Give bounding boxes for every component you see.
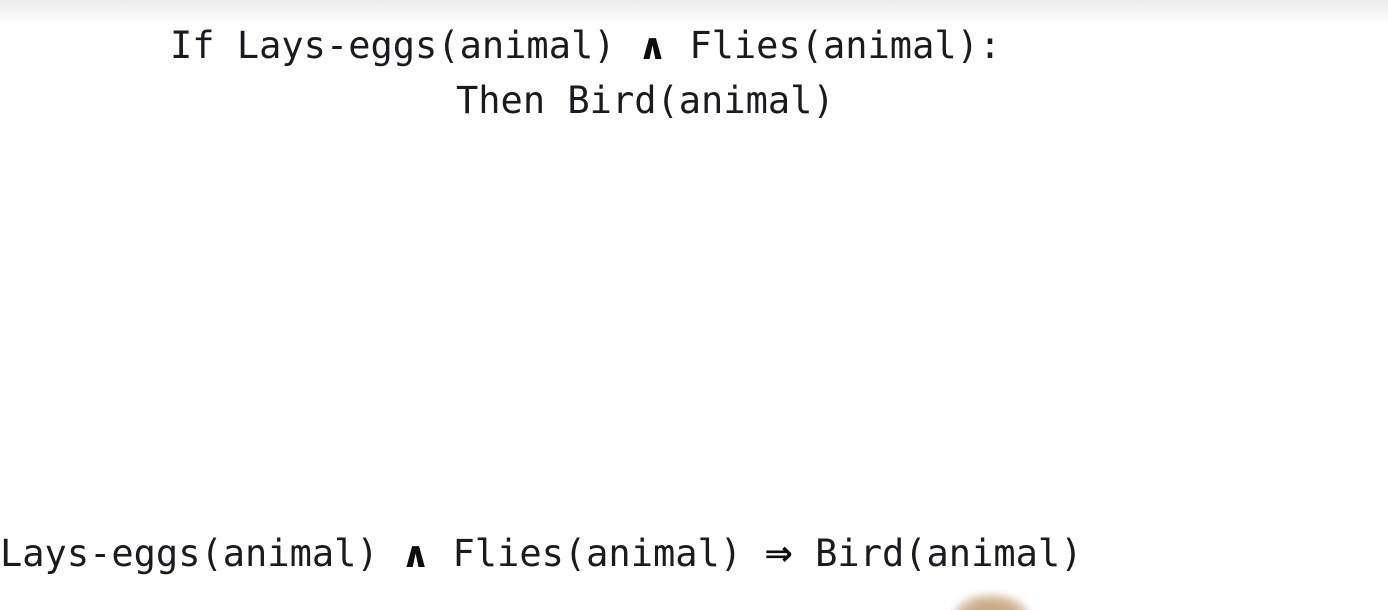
formula-space-4: [793, 532, 815, 575]
formula-space-1: [379, 532, 401, 575]
logical-and-icon: ∧: [400, 535, 431, 576]
slide-canvas: If Lays-eggs(animal) ∧ Flies(animal): Th…: [0, 0, 1388, 610]
rule-if-colon: :: [978, 24, 1002, 67]
logical-and-icon: ∧: [637, 27, 668, 68]
rule-if-space-1: [616, 24, 638, 67]
rule-then-consequent-bird: Bird(animal): [567, 79, 835, 122]
blurred-foreground-object: [952, 594, 1030, 610]
rule-if-prefix: If: [170, 24, 237, 67]
rule-if-predicate-flies: Flies(animal): [689, 24, 979, 67]
rule-if-line: If Lays-eggs(animal) ∧ Flies(animal):: [170, 22, 1001, 71]
formula-space-3: [742, 532, 764, 575]
top-edge-gradient: [0, 0, 1388, 22]
implies-arrow-icon: ⇒: [764, 534, 793, 574]
rule-if-predicate-lays-eggs: Lays-eggs(animal): [236, 24, 616, 67]
formula-antecedent-lays-eggs: Lays-eggs(animal): [0, 532, 379, 575]
rule-then-prefix: Then: [456, 79, 568, 122]
formula-consequent-bird: Bird(animal): [815, 532, 1083, 575]
formula-space-2: [430, 532, 452, 575]
rule-then-line: Then Bird(animal): [456, 77, 835, 125]
rule-if-space-2: [667, 24, 689, 67]
formula-antecedent-flies: Flies(animal): [452, 532, 743, 575]
formula-line: Lays-eggs(animal) ∧ Flies(animal) ⇒ Bird…: [0, 529, 1082, 580]
